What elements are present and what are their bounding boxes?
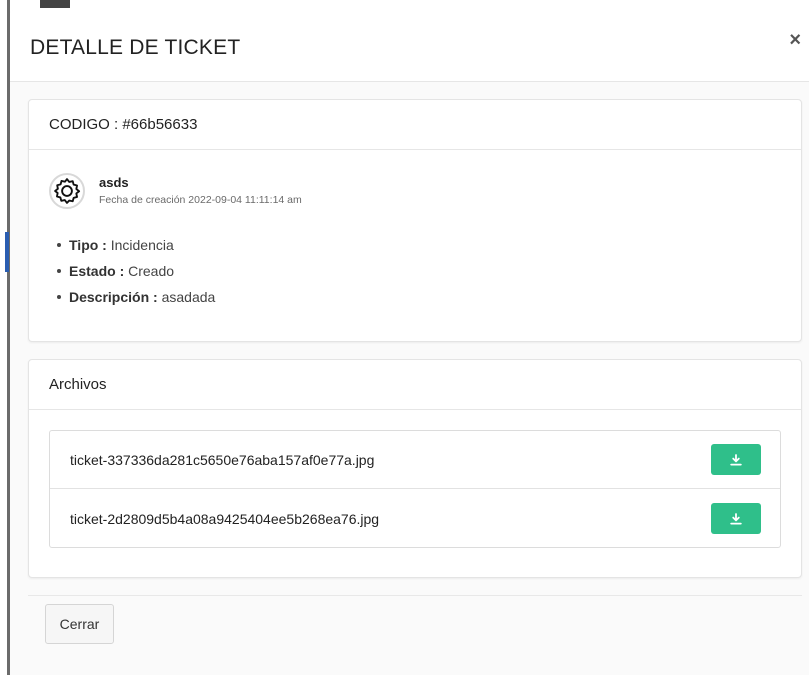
download-icon: [730, 453, 742, 465]
ticket-details: Tipo : Incidencia Estado : Creado Descri…: [57, 232, 215, 310]
file-name: ticket-337336da281c5650e76aba157af0e77a.…: [70, 452, 375, 468]
author-name: asds: [99, 175, 129, 190]
files-heading: Archivos: [29, 360, 801, 410]
gear-icon: [54, 178, 81, 204]
ticket-code: CODIGO : #66b56633: [29, 100, 801, 150]
backdrop-accent: [5, 232, 9, 272]
footer-divider: [28, 595, 802, 596]
files-list: ticket-337336da281c5650e76aba157af0e77a.…: [49, 430, 781, 548]
page-backdrop: [0, 0, 70, 675]
download-icon: [730, 512, 742, 524]
backdrop-top-fragment: [40, 0, 70, 8]
detail-description: Descripción : asadada: [57, 284, 215, 310]
detail-type-label: Tipo :: [69, 237, 107, 253]
detail-type: Tipo : Incidencia: [57, 232, 215, 258]
detail-type-value: Incidencia: [106, 237, 174, 253]
avatar: [49, 173, 85, 209]
detail-status-label: Estado :: [69, 263, 125, 279]
detail-status-value: Creado: [124, 263, 175, 279]
close-icon[interactable]: ×: [789, 30, 801, 50]
modal-header: DETALLE DE TICKET ×: [10, 10, 809, 82]
detail-description-label: Descripción :: [69, 289, 158, 305]
file-name: ticket-2d2809d5b4a08a9425404ee5b268ea76.…: [70, 511, 380, 527]
detail-description-value: asadada: [157, 289, 216, 305]
download-button[interactable]: [711, 503, 761, 534]
close-button[interactable]: Cerrar: [45, 604, 114, 644]
files-card: Archivos ticket-337336da281c5650e76aba15…: [28, 359, 802, 578]
ticket-info-card: CODIGO : #66b56633 asds Fecha de creació…: [28, 99, 802, 342]
modal-title: DETALLE DE TICKET: [30, 36, 241, 59]
list-item: ticket-2d2809d5b4a08a9425404ee5b268ea76.…: [50, 490, 780, 548]
ticket-detail-modal: DETALLE DE TICKET × CODIGO : #66b56633 a…: [10, 10, 809, 675]
download-button[interactable]: [711, 444, 761, 475]
list-item: ticket-337336da281c5650e76aba157af0e77a.…: [50, 431, 780, 489]
creation-date: Fecha de creación 2022-09-04 11:11:14 am: [99, 194, 302, 206]
detail-status: Estado : Creado: [57, 258, 215, 284]
